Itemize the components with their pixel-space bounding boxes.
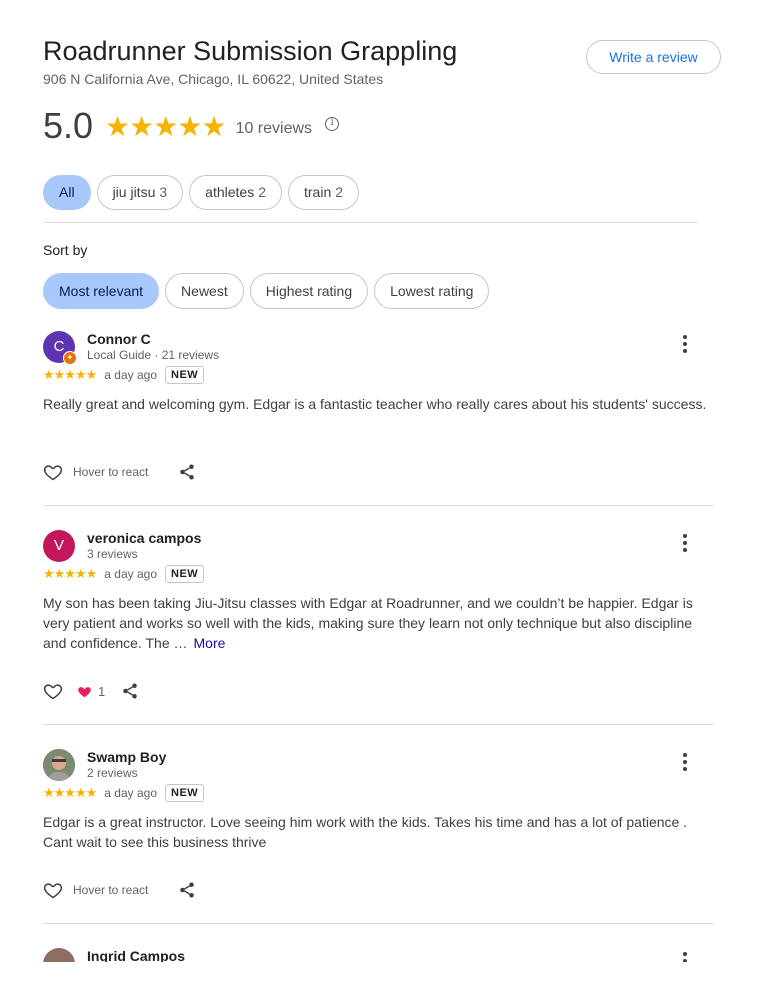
topic-chip-train[interactable]: train 2	[288, 175, 360, 210]
review-actions: Hover to react	[43, 462, 196, 482]
review-card: Ingrid Campos	[43, 948, 714, 962]
divider	[43, 222, 698, 223]
reviewer-name[interactable]: Ingrid Campos	[87, 948, 185, 962]
new-badge: NEW	[165, 565, 205, 583]
review-text: Edgar is a great instructor. Love seeing…	[43, 814, 688, 850]
more-options-icon[interactable]	[679, 751, 691, 773]
share-icon[interactable]	[121, 682, 139, 700]
review-date: a day ago	[104, 368, 157, 382]
heart-icon[interactable]	[43, 462, 63, 482]
reviewer-name[interactable]: veronica campos	[87, 530, 201, 546]
profile-photo	[43, 749, 75, 781]
review-actions: 1	[43, 681, 139, 701]
rating-summary: 5.0 ★★★★★ 10 reviews	[43, 104, 340, 148]
review-text: My son has been taking Jiu-Jitsu classes…	[43, 593, 714, 653]
place-title: Roadrunner Submission Grappling	[43, 36, 458, 66]
react-label[interactable]: Hover to react	[73, 883, 148, 897]
sort-newest[interactable]: Newest	[165, 273, 244, 309]
sort-options: Most relevant Newest Highest rating Lowe…	[43, 273, 495, 309]
chip-label: athletes	[205, 184, 255, 200]
review-date: a day ago	[104, 567, 157, 581]
divider	[43, 923, 714, 924]
review-stars: ★★★★★	[43, 785, 97, 800]
chip-label: train	[304, 184, 332, 200]
reviews-count: 10 reviews	[235, 120, 313, 137]
avatar-initial: V	[53, 537, 64, 554]
write-review-button[interactable]: Write a review	[586, 40, 721, 74]
sort-highest-rating[interactable]: Highest rating	[249, 273, 369, 309]
chip-count: 3	[159, 184, 168, 200]
more-options-icon[interactable]	[679, 532, 691, 554]
avatar[interactable]	[43, 749, 75, 781]
rating-stars: ★★★★★	[105, 110, 227, 142]
divider	[43, 505, 714, 506]
share-icon[interactable]	[178, 881, 196, 899]
place-address: 906 N California Ave, Chicago, IL 60622,…	[43, 71, 384, 87]
topic-chip-jiu-jitsu[interactable]: jiu jitsu 3	[96, 175, 184, 210]
review-date: a day ago	[104, 786, 157, 800]
avatar[interactable]: V	[43, 530, 75, 562]
avatar[interactable]	[43, 948, 75, 962]
more-options-icon[interactable]	[679, 333, 691, 355]
topic-filters: All jiu jitsu 3 athletes 2 train 2	[43, 175, 365, 210]
reviewer-info: 3 reviews	[87, 547, 138, 561]
chip-label: jiu jitsu	[112, 184, 156, 200]
share-icon[interactable]	[178, 463, 196, 481]
reviewer-info: 2 reviews	[87, 766, 138, 780]
heart-icon[interactable]	[43, 880, 63, 900]
chip-count: 2	[335, 184, 344, 200]
review-actions: Hover to react	[43, 880, 196, 900]
average-rating: 5.0	[43, 105, 94, 146]
more-options-icon[interactable]	[679, 950, 691, 962]
avatar-initial: C	[53, 338, 65, 355]
new-badge: NEW	[165, 784, 205, 802]
reviewer-info: Local Guide · 21 reviews	[87, 348, 220, 362]
new-badge: NEW	[165, 366, 205, 384]
like-count: 1	[98, 683, 106, 699]
more-link[interactable]: More	[194, 635, 226, 651]
sort-lowest-rating[interactable]: Lowest rating	[374, 273, 490, 309]
review-stars: ★★★★★	[43, 566, 97, 581]
review-stars: ★★★★★	[43, 367, 97, 382]
sort-label: Sort by	[43, 242, 88, 258]
topic-chip-all[interactable]: All	[43, 175, 91, 210]
review-body: My son has been taking Jiu-Jitsu classes…	[43, 595, 693, 651]
chip-count: 2	[258, 184, 266, 200]
reviewer-name[interactable]: Swamp Boy	[87, 749, 166, 765]
reaction-count[interactable]: 1	[77, 684, 105, 699]
divider	[43, 724, 714, 725]
sort-most-relevant[interactable]: Most relevant	[43, 273, 160, 309]
info-icon[interactable]	[325, 117, 340, 131]
react-label[interactable]: Hover to react	[73, 465, 148, 479]
heart-icon[interactable]	[43, 681, 63, 701]
chip-label: All	[59, 184, 75, 200]
filled-heart-icon	[78, 686, 91, 697]
reviewer-name[interactable]: Connor C	[87, 331, 151, 347]
review-text: Really great and welcoming gym. Edgar is…	[43, 396, 707, 412]
local-guide-badge-icon: ✦	[63, 351, 77, 365]
topic-chip-athletes[interactable]: athletes 2	[189, 175, 282, 210]
